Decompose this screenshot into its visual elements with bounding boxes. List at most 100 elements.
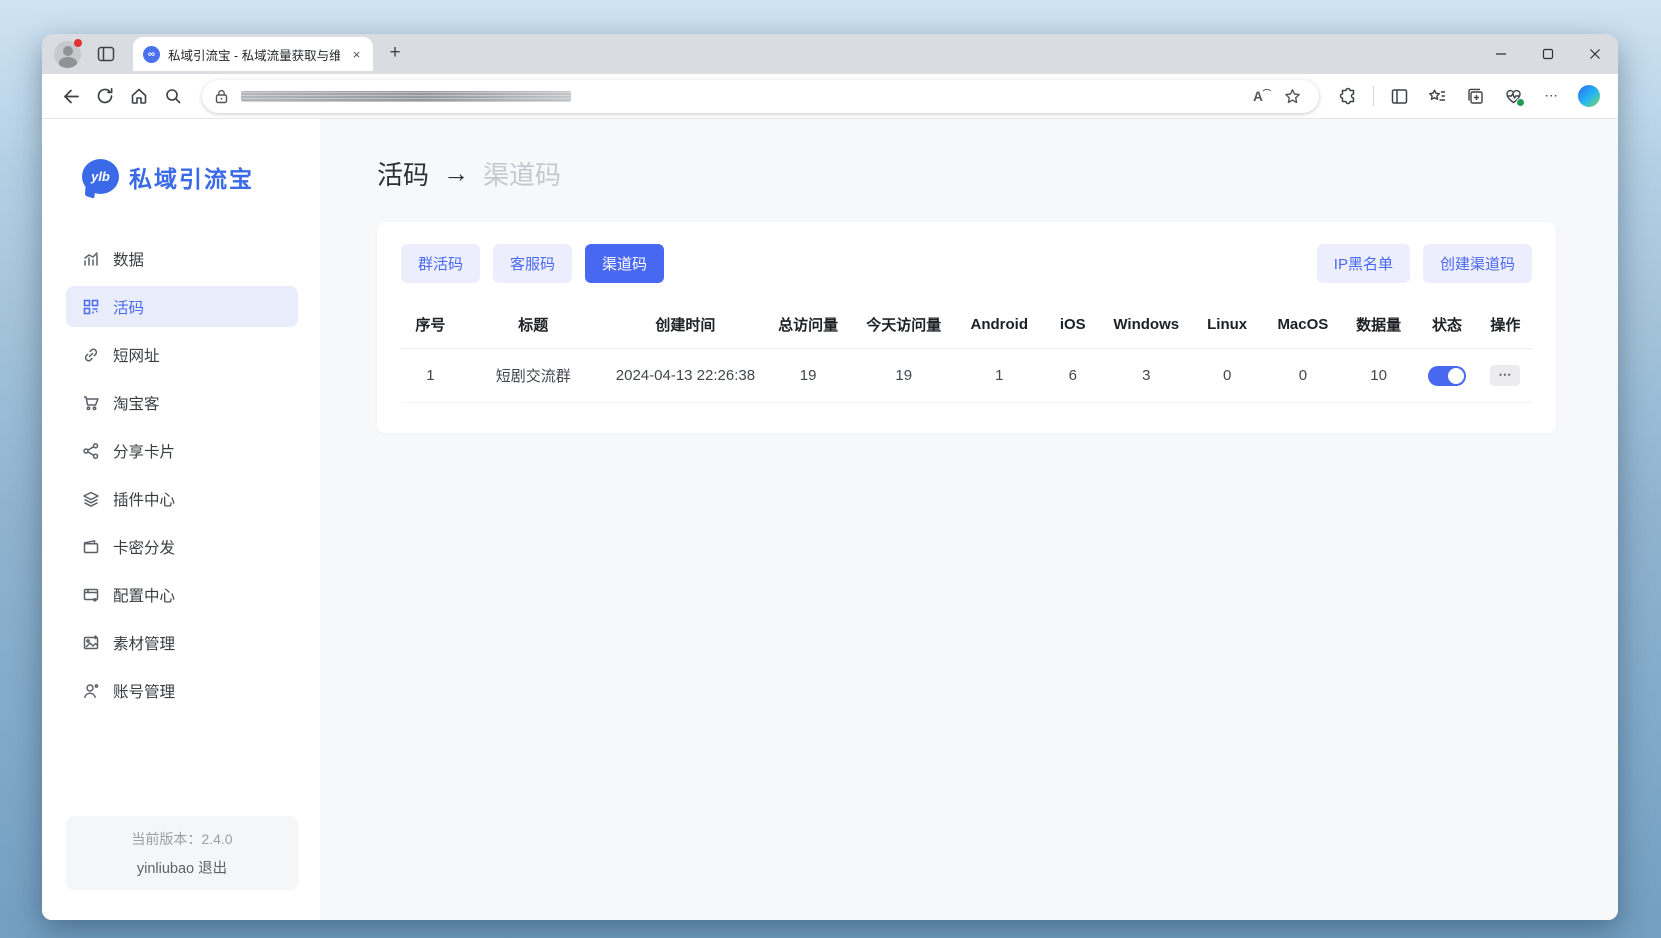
- cell-linux: 0: [1190, 349, 1264, 403]
- layers-icon: [82, 490, 100, 508]
- cell-total-visits: 19: [764, 349, 852, 403]
- essentials-ok-badge: [1516, 98, 1525, 107]
- breadcrumb-parent: 活码: [377, 155, 429, 192]
- breadcrumb-current: 渠道码: [483, 155, 561, 192]
- extensions-icon[interactable]: [1331, 79, 1365, 113]
- window-close-button[interactable]: [1571, 34, 1618, 74]
- tab-close-icon[interactable]: ×: [348, 46, 365, 63]
- image-icon: [82, 634, 100, 652]
- status-toggle[interactable]: [1428, 366, 1466, 386]
- sidebar-item-accounts[interactable]: 账号管理: [66, 670, 298, 711]
- row-more-actions-button[interactable]: ⋯: [1490, 365, 1520, 386]
- collections-icon[interactable]: [1458, 79, 1492, 113]
- tab-service-code[interactable]: 客服码: [493, 244, 572, 283]
- ip-blacklist-button[interactable]: IP黑名单: [1317, 244, 1410, 283]
- cell-ios: 6: [1043, 349, 1102, 403]
- wallet-icon: [82, 538, 100, 556]
- browser-window: ∞ 私域引流宝 - 私域流量获取与维护 × +: [42, 34, 1618, 920]
- sidebar-item-short-url[interactable]: 短网址: [66, 334, 298, 375]
- redacted-url: [241, 91, 571, 102]
- shopping-cart-icon: [82, 394, 100, 412]
- qr-code-icon: [82, 298, 100, 316]
- sidebar-item-data[interactable]: 数据: [66, 238, 298, 279]
- create-channel-code-button[interactable]: 创建渠道码: [1423, 244, 1532, 283]
- back-icon[interactable]: [54, 79, 88, 113]
- browser-essentials-icon[interactable]: [1496, 79, 1530, 113]
- sidebar: ylb 私域引流宝 数据 活码: [42, 119, 320, 920]
- logo-bubble-icon: ylb: [82, 159, 119, 194]
- browser-titlebar: ∞ 私域引流宝 - 私域流量获取与维护 × +: [42, 34, 1618, 74]
- logout-button[interactable]: 退出: [198, 857, 227, 878]
- app-body: ylb 私域引流宝 数据 活码: [42, 119, 1618, 920]
- read-aloud-icon[interactable]: A⌒: [1247, 81, 1277, 111]
- favorites-bar-icon[interactable]: [1420, 79, 1454, 113]
- username: yinliubao: [137, 861, 194, 877]
- browser-toolbar: A⌒ ⋯: [42, 74, 1618, 119]
- new-tab-button[interactable]: +: [381, 39, 409, 67]
- main-content: 活码 → 渠道码 群活码 客服码 渠道码 IP黑名单 创建渠道码: [320, 119, 1618, 920]
- sidebar-item-taobao[interactable]: 淘宝客: [66, 382, 298, 423]
- home-icon[interactable]: [122, 79, 156, 113]
- user-icon: [82, 682, 100, 700]
- tab-group-code[interactable]: 群活码: [401, 244, 480, 283]
- site-favicon-icon: ∞: [143, 46, 160, 63]
- logo-text: 私域引流宝: [129, 160, 254, 194]
- sidebar-item-share-card[interactable]: 分享卡片: [66, 430, 298, 471]
- sidebar-menu: 数据 活码 短网址 淘: [66, 238, 298, 711]
- bar-chart-icon: [82, 250, 100, 268]
- cell-android: 1: [955, 349, 1043, 403]
- tab-channel-code[interactable]: 渠道码: [585, 244, 664, 283]
- toolbar-divider: [1373, 86, 1374, 106]
- refresh-icon[interactable]: [88, 79, 122, 113]
- col-created: 创建时间: [607, 299, 764, 349]
- sidebar-item-plugins[interactable]: 插件中心: [66, 478, 298, 519]
- cell-today-visits: 19: [852, 349, 955, 403]
- channel-code-card: 群活码 客服码 渠道码 IP黑名单 创建渠道码: [377, 222, 1556, 433]
- card-toolbar: 群活码 客服码 渠道码 IP黑名单 创建渠道码: [401, 244, 1532, 283]
- col-macos: MacOS: [1264, 299, 1342, 349]
- channel-code-table: 序号 标题 创建时间 总访问量 今天访问量 Android iOS Window…: [401, 299, 1532, 403]
- sidebar-item-materials[interactable]: 素材管理: [66, 622, 298, 663]
- favorite-star-icon[interactable]: [1277, 81, 1307, 111]
- link-icon: [82, 346, 100, 364]
- col-data-count: 数据量: [1342, 299, 1416, 349]
- settings-more-icon[interactable]: ⋯: [1534, 79, 1568, 113]
- col-total-visits: 总访问量: [764, 299, 852, 349]
- window-settings-icon: [82, 586, 100, 604]
- share-icon: [82, 442, 100, 460]
- cell-macos: 0: [1264, 349, 1342, 403]
- col-title: 标题: [460, 299, 607, 349]
- version-label: 当前版本：2.4.0: [76, 829, 288, 849]
- browser-tab[interactable]: ∞ 私域引流宝 - 私域流量获取与维护 ×: [133, 37, 373, 71]
- table-header-row: 序号 标题 创建时间 总访问量 今天访问量 Android iOS Window…: [401, 299, 1532, 349]
- sidebar-footer: 当前版本：2.4.0 yinliubao 退出: [66, 816, 298, 890]
- split-screen-icon[interactable]: [1382, 79, 1416, 113]
- app-logo: ylb 私域引流宝: [66, 159, 298, 194]
- breadcrumb: 活码 → 渠道码: [377, 155, 1556, 192]
- col-operations: 操作: [1479, 299, 1532, 349]
- cell-windows: 3: [1102, 349, 1190, 403]
- search-icon[interactable]: [156, 79, 190, 113]
- sidebar-item-live-code[interactable]: 活码: [66, 286, 298, 327]
- sidebar-item-config[interactable]: 配置中心: [66, 574, 298, 615]
- col-android: Android: [955, 299, 1043, 349]
- cell-title: 短剧交流群: [460, 349, 607, 403]
- copilot-icon[interactable]: [1572, 79, 1606, 113]
- col-status: 状态: [1415, 299, 1478, 349]
- cell-data-count: 10: [1342, 349, 1416, 403]
- tab-title: 私域引流宝 - 私域流量获取与维护: [168, 45, 340, 64]
- cell-index: 1: [401, 349, 460, 403]
- profile-avatar[interactable]: [54, 41, 81, 68]
- address-bar[interactable]: A⌒: [202, 80, 1319, 113]
- tab-workspaces-icon[interactable]: [93, 41, 119, 67]
- window-maximize-button[interactable]: [1524, 34, 1571, 74]
- col-windows: Windows: [1102, 299, 1190, 349]
- cell-created: 2024-04-13 22:26:38: [607, 349, 764, 403]
- col-index: 序号: [401, 299, 460, 349]
- sidebar-item-card-keys[interactable]: 卡密分发: [66, 526, 298, 567]
- lock-icon: [214, 89, 229, 104]
- breadcrumb-arrow-icon: →: [443, 158, 469, 189]
- col-today-visits: 今天访问量: [852, 299, 955, 349]
- window-minimize-button[interactable]: [1477, 34, 1524, 74]
- table-row: 1 短剧交流群 2024-04-13 22:26:38 19 19 1 6 3 …: [401, 349, 1532, 403]
